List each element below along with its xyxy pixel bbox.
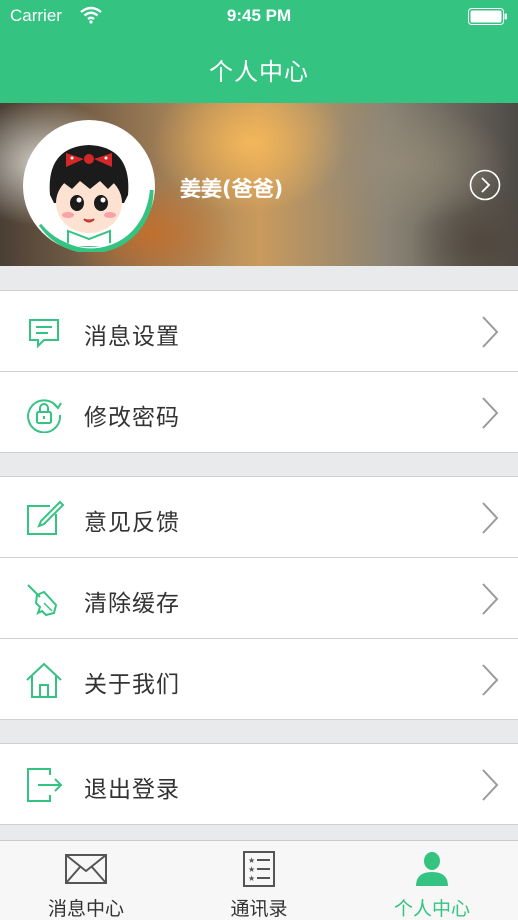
profile-banner[interactable]: 姜姜(爸爸)	[0, 103, 518, 266]
lock-refresh-icon	[27, 399, 62, 433]
tab-label: 个人中心	[393, 898, 470, 920]
chat-bubble-icon	[29, 319, 59, 349]
chevron-right-icon	[482, 583, 499, 615]
avatar-cartoon-image	[28, 125, 150, 247]
avatar[interactable]	[28, 125, 150, 247]
menu-item-feedback[interactable]: 意见反馈	[0, 477, 518, 558]
broom-icon	[27, 584, 58, 617]
settings-group-2: 意见反馈 清除缓存 关于我们	[0, 476, 518, 720]
menu-item-label: 退出登录	[84, 777, 180, 803]
tab-bar: 消息中心 ★ ★ ★ 通讯录 个人中心	[0, 840, 518, 920]
tab-contacts[interactable]: ★ ★ ★ 通讯录	[173, 841, 345, 920]
svg-text:★: ★	[248, 856, 255, 865]
profile-name: 姜姜(爸爸)	[180, 177, 284, 201]
tab-label: 消息中心	[47, 898, 124, 920]
header-bar: Carrier 9:45 PM 个人中心	[0, 0, 518, 103]
menu-item-label: 关于我们	[84, 672, 180, 698]
envelope-icon	[65, 854, 107, 884]
edit-icon	[27, 500, 64, 535]
contacts-list-icon: ★ ★ ★	[243, 851, 275, 887]
menu-item-label: 意见反馈	[84, 510, 180, 536]
menu-item-label: 修改密码	[84, 405, 180, 431]
clock: 9:45 PM	[226, 6, 292, 25]
menu-item-message-settings[interactable]: 消息设置	[0, 291, 518, 372]
menu-item-clear-cache[interactable]: 清除缓存	[0, 558, 518, 639]
page-title: 个人中心	[209, 58, 309, 86]
menu-item-about-us[interactable]: 关于我们	[0, 639, 518, 720]
status-bar: Carrier 9:45 PM	[0, 0, 518, 34]
chevron-right-icon	[482, 664, 499, 696]
settings-group-1: 消息设置 修改密码	[0, 290, 518, 453]
chevron-right-icon	[482, 397, 499, 429]
settings-group-3: 退出登录	[0, 743, 518, 825]
battery-icon	[468, 8, 507, 25]
svg-text:★: ★	[248, 865, 255, 874]
menu-item-change-password[interactable]: 修改密码	[0, 372, 518, 453]
menu-item-label: 清除缓存	[84, 591, 180, 617]
home-icon	[26, 662, 62, 698]
menu-item-logout[interactable]: 退出登录	[0, 744, 518, 825]
tab-label: 通讯录	[230, 898, 288, 920]
tab-personal-center[interactable]: 个人中心	[346, 841, 518, 920]
chevron-right-icon	[482, 769, 499, 801]
chevron-right-circle-icon[interactable]	[469, 169, 501, 201]
person-icon	[416, 852, 448, 886]
svg-text:★: ★	[248, 874, 255, 883]
menu-item-label: 消息设置	[84, 324, 180, 350]
chevron-right-icon	[482, 316, 499, 348]
logout-icon	[27, 768, 63, 802]
chevron-right-icon	[482, 502, 499, 534]
avatar-ring	[23, 120, 155, 252]
tab-message-center[interactable]: 消息中心	[0, 841, 172, 920]
